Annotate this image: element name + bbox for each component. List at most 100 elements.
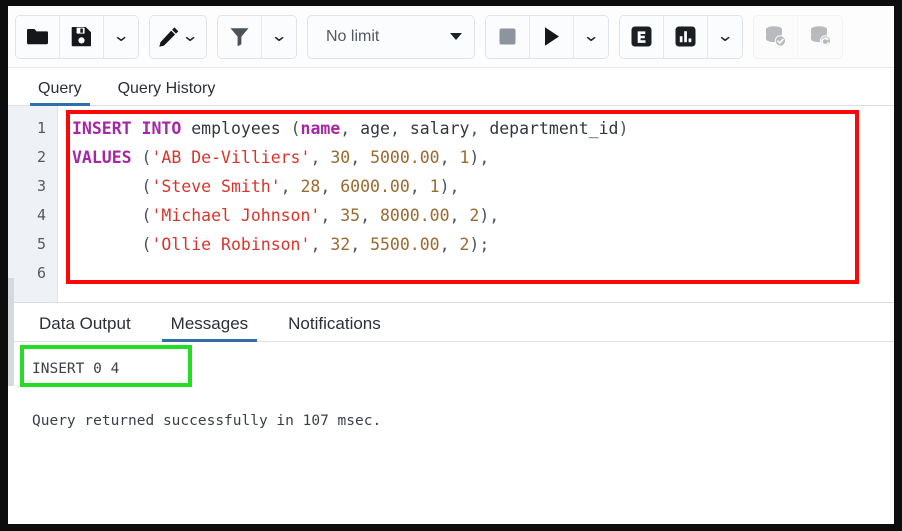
explain-e-icon: [630, 25, 653, 48]
tab-data-output-label: Data Output: [39, 314, 131, 333]
rollback-button[interactable]: [798, 16, 842, 58]
sql-token: ,: [450, 206, 470, 225]
transaction-button-group: [753, 15, 843, 59]
sql-token: 1: [430, 177, 440, 196]
sql-token: 6000.00: [340, 177, 410, 196]
pgadmin-query-tool-screenshot: ⌄ ⌄: [0, 0, 902, 531]
sql-token: );: [469, 235, 489, 254]
tab-query-label: Query: [38, 80, 82, 97]
tab-notifications[interactable]: Notifications: [279, 314, 390, 341]
open-file-icon: [26, 27, 49, 46]
sql-token: ),: [479, 206, 499, 225]
messages-panel: INSERT 0 4 Query returned successfully i…: [8, 342, 894, 522]
filter-button-group: ⌄: [217, 15, 297, 59]
stop-query-button[interactable]: [486, 16, 530, 58]
explain-analyze-button[interactable]: [664, 16, 708, 58]
sql-token: 'AB De-Villiers': [151, 148, 310, 167]
sql-token: employees: [191, 119, 280, 138]
sql-token: ,: [469, 119, 489, 138]
sql-line: INSERT INTO employees (name, age, salary…: [72, 114, 894, 143]
sql-token: (: [132, 148, 152, 167]
sql-token: (: [72, 206, 151, 225]
tab-query[interactable]: Query: [30, 80, 90, 105]
save-file-button[interactable]: [60, 16, 104, 58]
sql-line: VALUES ('AB De-Villiers', 30, 5000.00, 1…: [72, 143, 894, 172]
sql-token: 2: [459, 235, 469, 254]
sql-token: 28: [301, 177, 321, 196]
sql-token: 30: [330, 148, 350, 167]
sql-token: ,: [310, 235, 330, 254]
sql-token: ),: [469, 148, 489, 167]
sql-token: 'Ollie Robinson': [151, 235, 310, 254]
tab-notifications-label: Notifications: [288, 314, 381, 333]
file-button-group: ⌄: [15, 15, 139, 59]
left-scroll-rail[interactable]: [8, 278, 14, 386]
filter-options-button[interactable]: ⌄: [262, 16, 296, 58]
chevron-down-icon: ⌄: [582, 28, 600, 45]
output-tabs: Data Output Messages Notifications: [8, 302, 894, 342]
sql-token: (: [72, 235, 151, 254]
query-tool-toolbar: ⌄ ⌄: [8, 6, 894, 68]
sql-token: [181, 119, 191, 138]
sql-line: ('Ollie Robinson', 32, 5500.00, 2);: [72, 230, 894, 259]
save-file-options-button[interactable]: ⌄: [104, 16, 138, 58]
sql-token: INTO: [142, 119, 182, 138]
commit-button[interactable]: [754, 16, 798, 58]
sql-token: 5000.00: [370, 148, 440, 167]
sql-token: ,: [440, 235, 460, 254]
execute-query-button[interactable]: [530, 16, 574, 58]
sql-token: INSERT: [72, 119, 132, 138]
play-triangle-icon: [542, 26, 561, 47]
explain-options-button[interactable]: ⌄: [708, 16, 742, 58]
rollback-database-revert-icon: [808, 25, 833, 48]
row-limit-select[interactable]: No limit: [307, 15, 475, 59]
sql-token: department_id: [489, 119, 618, 138]
sql-token: name: [301, 119, 341, 138]
line-number: 5: [8, 230, 57, 259]
caret-down-icon: [450, 33, 462, 40]
line-number-gutter: 1 2 3 4 5 6: [8, 106, 58, 302]
explain-analyze-chart-icon: [674, 25, 697, 48]
row-limit-value: No limit: [326, 28, 379, 46]
tab-query-history-label: Query History: [118, 80, 216, 97]
execute-options-button[interactable]: ⌄: [574, 16, 608, 58]
sql-code-area[interactable]: INSERT INTO employees (name, age, salary…: [58, 106, 894, 302]
tab-messages-label: Messages: [171, 314, 248, 333]
query-tool-window: ⌄ ⌄: [8, 6, 894, 524]
sql-token: 35: [340, 206, 360, 225]
sql-editor[interactable]: 1 2 3 4 5 6 INSERT INTO employees (name,…: [8, 106, 894, 302]
query-status-line: Query returned successfully in 107 msec.: [32, 410, 894, 432]
sql-token: ,: [320, 206, 340, 225]
explain-button[interactable]: [620, 16, 664, 58]
sql-token: ,: [440, 148, 460, 167]
sql-token: 'Michael Johnson': [151, 206, 320, 225]
sql-token: [132, 119, 142, 138]
chevron-down-icon: ⌄: [182, 28, 200, 45]
insert-result-line: INSERT 0 4: [32, 358, 894, 380]
chevron-down-icon: ⌄: [716, 28, 734, 45]
sql-token: 8000.00: [380, 206, 450, 225]
edit-button[interactable]: ⌄: [150, 16, 206, 58]
filter-button[interactable]: [218, 16, 262, 58]
sql-token: salary: [410, 119, 470, 138]
sql-token: 32: [330, 235, 350, 254]
sql-token: 5500.00: [370, 235, 440, 254]
open-file-button[interactable]: [16, 16, 60, 58]
chevron-down-icon: ⌄: [112, 28, 130, 45]
sql-token: ),: [440, 177, 460, 196]
sql-token: ,: [390, 119, 410, 138]
sql-token: ,: [320, 177, 340, 196]
sql-token: 1: [459, 148, 469, 167]
sql-token: ): [618, 119, 628, 138]
explain-button-group: ⌄: [619, 15, 743, 59]
commit-database-check-icon: [763, 25, 788, 48]
line-number: 2: [8, 143, 57, 172]
query-tabs: Query Query History: [8, 68, 894, 106]
tab-messages[interactable]: Messages: [162, 314, 257, 341]
sql-line: ('Steve Smith', 28, 6000.00, 1),: [72, 172, 894, 201]
sql-token: 2: [469, 206, 479, 225]
sql-token: VALUES: [72, 148, 132, 167]
tab-data-output[interactable]: Data Output: [30, 314, 140, 341]
sql-token: ,: [360, 206, 380, 225]
tab-query-history[interactable]: Query History: [110, 80, 224, 105]
